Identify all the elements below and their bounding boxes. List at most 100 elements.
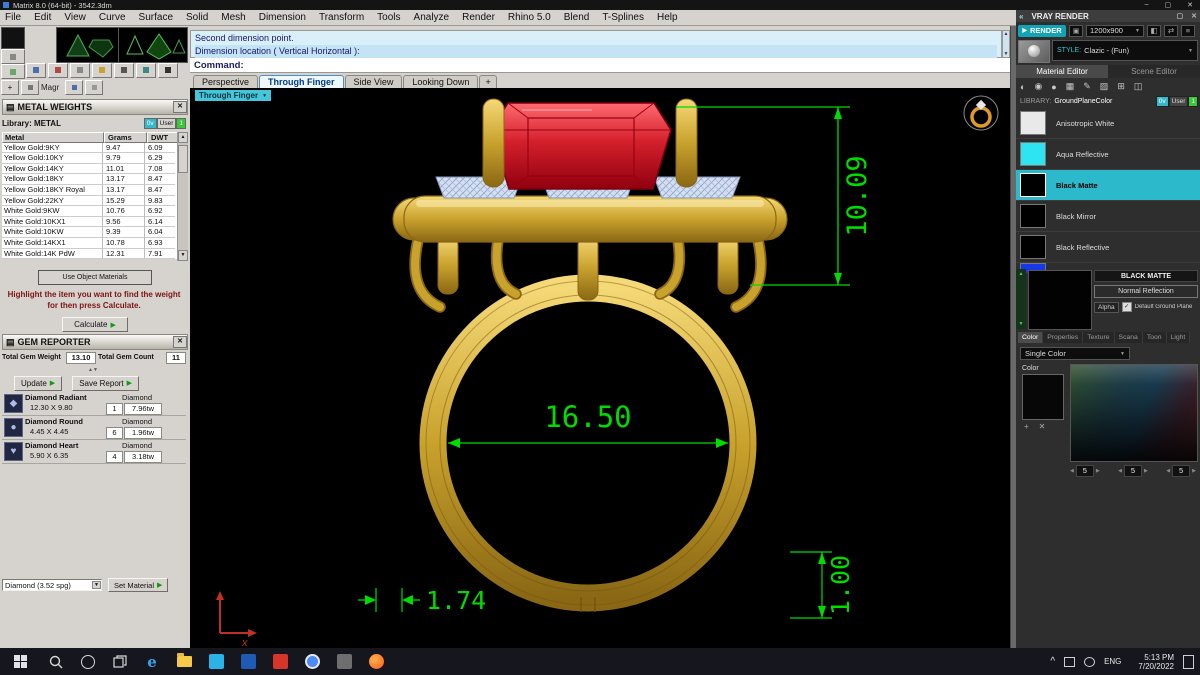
gem-list-item[interactable]: ♥ Diamond Heart Diamond 5.90 X 6.35 4 3.…	[2, 440, 186, 464]
tool-button[interactable]	[1, 64, 25, 79]
dropdown-icon[interactable]: ▼	[92, 581, 101, 589]
gem-reporter-header[interactable]: ▤ GEM REPORTER ✕	[2, 334, 188, 350]
splitter-up-icon[interactable]: ▲	[1019, 271, 1024, 277]
tool-button[interactable]	[48, 62, 68, 78]
menu-curve[interactable]: Curve	[99, 12, 126, 23]
close-vray-icon[interactable]: ✕	[1191, 12, 1197, 20]
update-button[interactable]: Update ▶	[14, 375, 63, 391]
grid-icon[interactable]: ▦	[1066, 81, 1075, 92]
color-mode-select[interactable]: Single Color ▼	[1020, 347, 1130, 360]
menu-tools[interactable]: Tools	[377, 12, 400, 23]
eyedropper-icon[interactable]: ◐	[1020, 82, 1025, 92]
table-row[interactable]: White Gold:14K PdW 12.31 7.91	[2, 248, 188, 260]
cortana-button[interactable]	[72, 648, 104, 675]
collapse-handle-icon[interactable]: ▲▼	[88, 367, 98, 373]
close-button[interactable]: ✕	[1187, 1, 1193, 9]
toggle-user[interactable]: User	[1168, 96, 1189, 107]
camera-icon[interactable]: ▣	[1069, 24, 1083, 37]
r-spinner[interactable]: ◀ 5 ▶	[1070, 465, 1100, 477]
style-select[interactable]: STYLE: Clazic - (Fun) ▼	[1052, 40, 1198, 61]
col-dwt[interactable]: DWT	[147, 132, 179, 143]
toggle-1[interactable]: 1	[176, 117, 186, 129]
toggle-1[interactable]: 1	[1188, 96, 1198, 107]
tool-button[interactable]	[70, 62, 90, 78]
scroll-down-icon[interactable]: ▼	[1003, 51, 1009, 57]
minimize-button[interactable]: –	[1145, 1, 1149, 9]
menu-surface[interactable]: Surface	[139, 12, 173, 23]
photoshop-taskbar-icon[interactable]	[264, 648, 296, 675]
set-material-button[interactable]: Set Material ▶	[108, 578, 169, 592]
metal-weights-header[interactable]: ▤ METAL WEIGHTS ✕	[2, 99, 188, 115]
clock[interactable]: 5:13 PM 7/20/2022	[1138, 653, 1174, 671]
tab-through-finger[interactable]: Through Finger	[259, 75, 344, 88]
firefox-taskbar-icon[interactable]	[360, 648, 392, 675]
tool-button[interactable]	[85, 79, 104, 95]
toggle-user[interactable]: User	[156, 117, 177, 129]
menu-file[interactable]: File	[5, 12, 21, 23]
col-metal[interactable]: Metal	[2, 132, 104, 143]
save-report-button[interactable]: Save Report ▶	[72, 375, 140, 391]
material-row[interactable]: Aqua Reflective	[1016, 139, 1200, 170]
gem-material-select[interactable]: Diamond (3.52 spg) ▼	[2, 579, 102, 591]
menu-edit[interactable]: Edit	[34, 12, 51, 23]
dock-icon[interactable]: ▢	[1177, 12, 1184, 20]
close-gem-reporter-icon[interactable]: ✕	[173, 336, 187, 348]
store-taskbar-icon[interactable]	[200, 648, 232, 675]
tab-scene-editor[interactable]: Scene Editor	[1108, 65, 1200, 78]
material-row-selected[interactable]: Black Matte	[1016, 170, 1200, 201]
tool-button[interactable]	[26, 62, 46, 78]
checker-icon[interactable]: ▨	[1100, 81, 1109, 92]
menu-dimension[interactable]: Dimension	[259, 12, 306, 23]
rhino-taskbar-icon[interactable]	[328, 648, 360, 675]
table-row[interactable]: Yellow Gold:10KY 9.79 6.29	[2, 153, 188, 164]
toggle-0v[interactable]: 0v	[143, 117, 157, 129]
command-scrollbar[interactable]: ▲ ▼	[1002, 30, 1010, 58]
menu-solid[interactable]: Solid	[186, 12, 208, 23]
menu-transform[interactable]: Transform	[319, 12, 364, 23]
add-material-icon[interactable]: ⊞	[1117, 81, 1125, 92]
pencil-icon[interactable]: ✎	[1083, 81, 1091, 92]
render-button[interactable]: ▶ RENDER	[1018, 24, 1066, 37]
table-row[interactable]: White Gold:10KX1 9.56 6.14	[2, 216, 188, 228]
col-grams[interactable]: Grams	[104, 132, 147, 143]
refresh-icon[interactable]: ⇄	[1164, 24, 1178, 37]
remove-color-icon[interactable]: ✕	[1039, 422, 1046, 431]
tab-color[interactable]: Color	[1018, 331, 1044, 343]
table-row[interactable]: Yellow Gold:18KY 13.17 8.47	[2, 174, 188, 185]
table-row[interactable]: Yellow Gold:22KY 15.29 9.83	[2, 195, 188, 207]
g-spinner[interactable]: ◀ 5 ▶	[1118, 465, 1148, 477]
table-row[interactable]: Yellow Gold:18KY Royal 13.17 8.47	[2, 184, 188, 196]
viewport-label[interactable]: Through Finger ▼	[195, 90, 272, 101]
notification-center-icon[interactable]	[1183, 654, 1194, 669]
network-icon[interactable]	[1064, 656, 1076, 667]
materials-shortcut-icon[interactable]: ◧	[1147, 24, 1161, 37]
history-icon[interactable]: ≡	[1181, 24, 1195, 37]
chrome-taskbar-icon[interactable]	[296, 648, 328, 675]
eye-icon[interactable]: ◉	[1034, 81, 1042, 92]
tool-button[interactable]	[136, 62, 156, 78]
material-row[interactable]: Black Reflective	[1016, 232, 1200, 263]
ground-plane-checkbox[interactable]: ✓	[1121, 302, 1132, 312]
b-spinner[interactable]: ◀ 5 ▶	[1166, 465, 1196, 477]
sphere-icon[interactable]: ●	[1051, 82, 1056, 92]
collapse-panel-icon[interactable]: «	[1019, 12, 1023, 21]
tab-properties[interactable]: Properties	[1043, 331, 1084, 343]
use-object-materials-button[interactable]: Use Object Materials	[38, 270, 152, 285]
tab-light[interactable]: Light	[1166, 331, 1191, 343]
command-history[interactable]: Second dimension point. Dimension locati…	[190, 30, 1002, 58]
tab-scana[interactable]: Scana	[1114, 331, 1143, 343]
language-indicator[interactable]: ENG	[1104, 657, 1121, 666]
tool-button[interactable]	[1, 49, 25, 64]
tool-button[interactable]	[65, 79, 84, 95]
style-thumbnail[interactable]	[1018, 40, 1050, 63]
menu-view[interactable]: View	[64, 12, 86, 23]
splitter-down-icon[interactable]: ▼	[1019, 321, 1024, 327]
add-button[interactable]: +	[1, 79, 19, 95]
word-taskbar-icon[interactable]	[232, 648, 264, 675]
menu-rhino[interactable]: Rhino 5.0	[508, 12, 551, 23]
tool-button[interactable]	[114, 62, 134, 78]
tool-button-dark[interactable]	[1, 27, 25, 49]
command-input[interactable]: Command:	[190, 58, 1010, 73]
table-row[interactable]: Yellow Gold:14KY 11.01 7.08	[2, 163, 188, 175]
file-explorer-taskbar-icon[interactable]	[168, 648, 200, 675]
